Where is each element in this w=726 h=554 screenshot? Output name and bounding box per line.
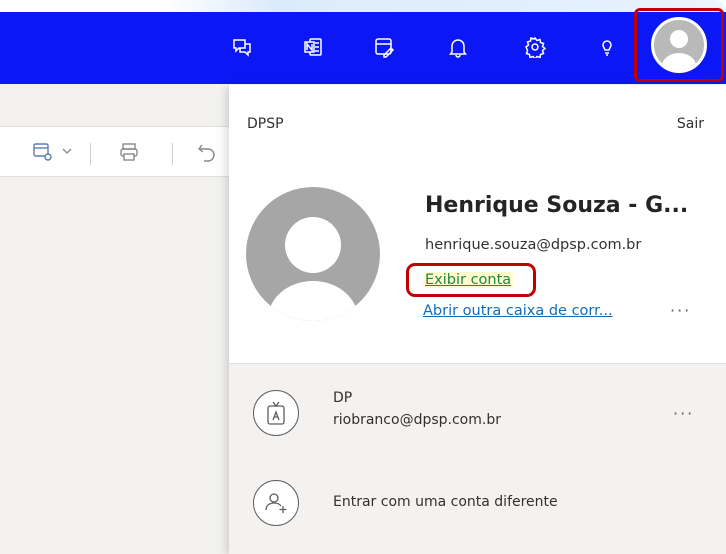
gear-icon[interactable]: [520, 32, 550, 62]
task-edit-icon[interactable]: [369, 32, 399, 62]
app-header: [0, 12, 726, 84]
onenote-icon[interactable]: [298, 32, 328, 62]
profile-avatar: [246, 187, 380, 321]
org-name: DPSP: [247, 116, 284, 132]
account-list-item[interactable]: DP riobranco@dpsp.com.br ···: [229, 376, 726, 456]
undo-icon[interactable]: [196, 141, 218, 163]
card-settings-icon[interactable]: [32, 141, 58, 163]
badge-icon: [253, 390, 299, 436]
open-other-mailbox-link[interactable]: Abrir outra caixa de corr...: [423, 303, 653, 319]
chat-icon[interactable]: [227, 32, 257, 62]
lightbulb-icon[interactable]: [592, 32, 622, 62]
chevron-down-icon[interactable]: [62, 147, 72, 155]
account-flyout: DPSP Sair Henrique Souza - G... henrique…: [229, 85, 726, 554]
sign-out-link[interactable]: Sair: [677, 116, 704, 132]
avatar-icon: [651, 17, 707, 73]
account-more-button[interactable]: ···: [673, 404, 694, 423]
user-display-name: Henrique Souza - G...: [425, 193, 689, 218]
add-person-icon: [253, 480, 299, 526]
toolbar-divider: [172, 143, 173, 165]
account-name: DP: [333, 390, 353, 406]
top-strip: [0, 0, 726, 12]
bell-icon[interactable]: [443, 32, 473, 62]
command-toolbar: [0, 127, 230, 177]
sign-in-other-account[interactable]: Entrar com uma conta diferente: [229, 464, 726, 544]
other-accounts-section: DP riobranco@dpsp.com.br ··· Entrar com …: [229, 363, 726, 554]
account-avatar-button[interactable]: [634, 8, 724, 82]
account-email: riobranco@dpsp.com.br: [333, 412, 501, 428]
print-icon[interactable]: [118, 141, 140, 163]
user-email: henrique.souza@dpsp.com.br: [425, 237, 642, 253]
toolbar-divider: [90, 143, 91, 165]
sign-in-other-label: Entrar com uma conta diferente: [333, 494, 558, 510]
view-account-link[interactable]: Exibir conta: [406, 263, 536, 297]
more-options-button[interactable]: ···: [670, 301, 691, 320]
view-account-label[interactable]: Exibir conta: [423, 272, 514, 288]
